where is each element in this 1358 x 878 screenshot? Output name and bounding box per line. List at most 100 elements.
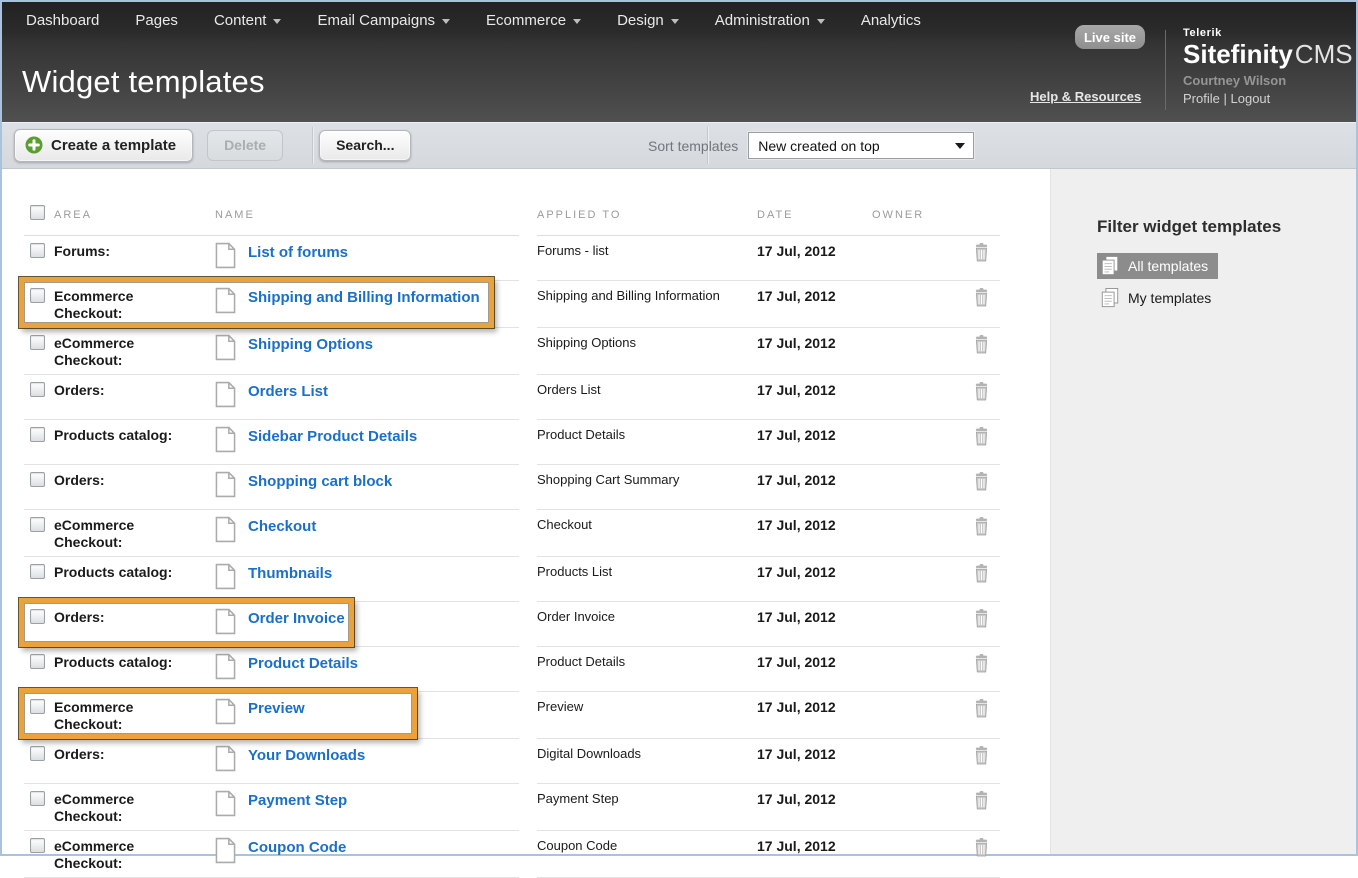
row-applied-to: Preview: [537, 692, 757, 739]
nav-dashboard[interactable]: Dashboard: [26, 12, 99, 29]
row-checkbox[interactable]: [30, 472, 45, 487]
row-date: 17 Jul, 2012: [757, 739, 872, 784]
filter-all-templates[interactable]: All templates: [1097, 253, 1218, 279]
template-name-link[interactable]: Preview: [248, 700, 305, 717]
row-checkbox[interactable]: [30, 243, 45, 258]
trash-icon[interactable]: [973, 288, 990, 312]
row-checkbox[interactable]: [30, 746, 45, 761]
sitefinity-logo: Telerik SitefinityCMS: [1183, 28, 1353, 67]
template-rows: Forums: List of forums Forums - list 17 …: [24, 236, 1050, 878]
trash-icon[interactable]: [973, 746, 990, 770]
row-checkbox[interactable]: [30, 654, 45, 669]
row-owner: [872, 510, 960, 557]
template-name-link[interactable]: Shipping Options: [248, 336, 373, 353]
row-checkbox[interactable]: [30, 699, 45, 714]
nav-analytics[interactable]: Analytics: [861, 12, 921, 29]
help-resources-link[interactable]: Help & Resources: [1030, 89, 1141, 104]
row-applied-to: Shipping Options: [537, 328, 757, 375]
row-checkbox[interactable]: [30, 517, 45, 532]
row-date: 17 Jul, 2012: [757, 692, 872, 739]
template-name-link[interactable]: Order Invoice: [248, 610, 345, 627]
column-header-name: NAME: [207, 209, 255, 221]
filter-my-templates[interactable]: My templates: [1097, 285, 1221, 311]
template-name-link[interactable]: Checkout: [248, 518, 316, 535]
row-checkbox[interactable]: [30, 791, 45, 806]
chevron-down-icon: [817, 19, 825, 24]
search-button[interactable]: Search...: [319, 130, 411, 161]
trash-icon[interactable]: [973, 335, 990, 359]
row-checkbox[interactable]: [30, 564, 45, 579]
trash-icon[interactable]: [973, 699, 990, 723]
nav-ecommerce[interactable]: Ecommerce: [486, 12, 581, 29]
trash-icon[interactable]: [973, 791, 990, 815]
template-name-link[interactable]: Orders List: [248, 383, 328, 400]
page-icon: [215, 698, 236, 730]
profile-link[interactable]: Profile: [1183, 91, 1220, 106]
nav-pages[interactable]: Pages: [135, 12, 178, 29]
row-area: Products catalog:: [54, 647, 207, 692]
chevron-down-icon: [573, 19, 581, 24]
live-site-button[interactable]: Live site: [1075, 25, 1145, 49]
table-row: eCommerce Checkout: Shipping Options Shi…: [24, 328, 1050, 375]
row-checkbox[interactable]: [30, 609, 45, 624]
template-name-link[interactable]: Thumbnails: [248, 565, 332, 582]
row-applied-to: Shipping and Billing Information: [537, 281, 757, 328]
row-checkbox[interactable]: [30, 838, 45, 853]
page-icon: [215, 381, 236, 413]
template-name-link[interactable]: Payment Step: [248, 792, 347, 809]
row-area: Ecommerce Checkout:: [54, 692, 207, 739]
delete-button[interactable]: Delete: [207, 130, 283, 161]
template-name-link[interactable]: Shopping cart block: [248, 473, 392, 490]
sort-selected-value: New created on top: [758, 138, 879, 154]
row-date: 17 Jul, 2012: [757, 236, 872, 281]
template-name-link[interactable]: Your Downloads: [248, 747, 365, 764]
page-icon: [215, 653, 236, 685]
row-owner: [872, 831, 960, 878]
trash-icon[interactable]: [973, 609, 990, 633]
row-area: Orders:: [54, 375, 207, 420]
trash-icon[interactable]: [973, 427, 990, 451]
trash-icon[interactable]: [973, 517, 990, 541]
trash-icon[interactable]: [973, 472, 990, 496]
nav-administration[interactable]: Administration: [715, 12, 825, 29]
nav-content[interactable]: Content: [214, 12, 282, 29]
trash-icon[interactable]: [973, 838, 990, 862]
row-checkbox[interactable]: [30, 288, 45, 303]
row-date: 17 Jul, 2012: [757, 465, 872, 510]
row-owner: [872, 784, 960, 831]
row-owner: [872, 281, 960, 328]
template-name-link[interactable]: Product Details: [248, 655, 358, 672]
template-name-link[interactable]: Coupon Code: [248, 839, 346, 856]
table-row: eCommerce Checkout: Checkout Checkout 17…: [24, 510, 1050, 557]
row-owner: [872, 328, 960, 375]
row-owner: [872, 420, 960, 465]
row-checkbox[interactable]: [30, 382, 45, 397]
template-name-link[interactable]: Sidebar Product Details: [248, 428, 417, 445]
trash-icon[interactable]: [973, 382, 990, 406]
row-area: eCommerce Checkout:: [54, 510, 207, 557]
filter-item-label: All templates: [1128, 258, 1208, 274]
trash-icon[interactable]: [973, 564, 990, 588]
template-name-link[interactable]: Shipping and Billing Information: [248, 289, 480, 306]
nav-email-campaigns[interactable]: Email Campaigns: [317, 12, 450, 29]
template-name-link[interactable]: List of forums: [248, 244, 348, 261]
row-date: 17 Jul, 2012: [757, 831, 872, 878]
nav-design[interactable]: Design: [617, 12, 679, 29]
row-date: 17 Jul, 2012: [757, 510, 872, 557]
table-row: Products catalog: Thumbnails Products Li…: [24, 557, 1050, 602]
row-owner: [872, 647, 960, 692]
row-applied-to: Product Details: [537, 420, 757, 465]
trash-icon[interactable]: [973, 654, 990, 678]
create-template-button[interactable]: Create a template: [14, 129, 193, 162]
row-checkbox[interactable]: [30, 427, 45, 442]
page-icon: [215, 837, 236, 869]
row-owner: [872, 375, 960, 420]
chevron-down-icon: [442, 19, 450, 24]
row-applied-to: Orders List: [537, 375, 757, 420]
trash-icon[interactable]: [973, 243, 990, 267]
sort-dropdown[interactable]: New created on top: [748, 132, 974, 159]
row-checkbox[interactable]: [30, 335, 45, 350]
page-icon: [215, 471, 236, 503]
select-all-checkbox[interactable]: [30, 205, 45, 220]
logout-link[interactable]: Logout: [1231, 91, 1271, 106]
